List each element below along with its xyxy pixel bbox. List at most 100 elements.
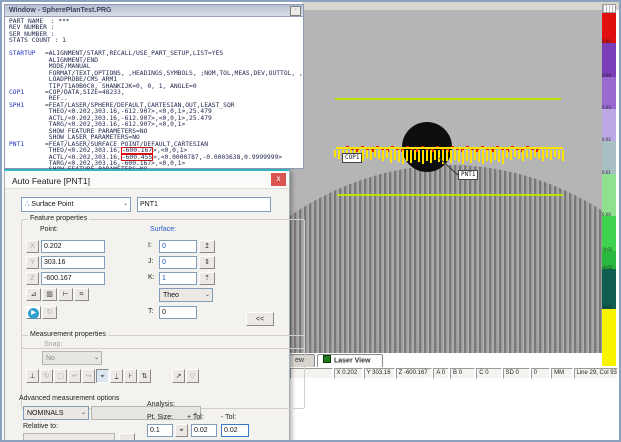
status-segment: MM: [551, 368, 572, 379]
magnifier-icon[interactable]: ⌖: [175, 424, 188, 437]
feature-properties-group: Feature properties Point: Surface: X I: …: [21, 219, 305, 349]
application-window: COP1 PNT1 0.050.040.030.020.010.00-0.01-…: [0, 0, 621, 442]
color-scale-tick-label: -0.03: [602, 306, 612, 310]
edit-window-titlebar: Window - SpherePlanTest.PRG ▫: [5, 5, 303, 17]
snap-label: Snap:: [44, 341, 62, 348]
pt-size-label: Pt. Size:: [147, 414, 173, 421]
point-label: Point:: [40, 226, 58, 233]
snap-dropdown[interactable]: No ⌄: [42, 351, 102, 365]
plus-tol-input[interactable]: [191, 424, 217, 437]
x-axis-button[interactable]: X: [26, 240, 39, 253]
grid-icon[interactable]: ⌗: [74, 288, 89, 301]
j-value-input[interactable]: [159, 256, 197, 269]
color-scale-segment: -0.02: [602, 269, 616, 309]
status-segment: A 0: [433, 368, 449, 379]
color-scale-tick-label: 0.05: [602, 40, 611, 44]
surface-point-icon: ∴: [25, 201, 29, 208]
browse-button[interactable]: ...: [119, 433, 135, 442]
nominals-dropdown[interactable]: NOMINALS ⌄: [23, 406, 89, 420]
color-scale-segment: 0.05: [602, 43, 616, 77]
spacing-icon[interactable]: ⇅: [138, 369, 151, 383]
color-scale-segment: 0.00: [602, 216, 616, 251]
dialog-titlebar[interactable]: Auto Feature [PNT1] x: [5, 171, 289, 189]
find-nominals-icon[interactable]: ▥: [42, 288, 57, 301]
color-scale-tick-label: 0.03: [602, 106, 611, 110]
laser-viewport[interactable]: COP1 PNT1: [288, 10, 616, 355]
status-segment: SD 0: [503, 368, 530, 379]
k-value-input[interactable]: [159, 272, 197, 285]
pt-size-input[interactable]: [147, 424, 173, 437]
color-scale-segment: 0.01: [602, 174, 616, 216]
top-toolbar-strip: [302, 2, 621, 10]
program-code-area[interactable]: PART NAME : ***REV NUMBER :SER NUMBER :S…: [5, 17, 303, 169]
pnt1-label: PNT1: [458, 170, 478, 180]
y-value-input[interactable]: [41, 256, 105, 269]
view-tab-bar: ew Laser View: [289, 353, 617, 368]
j-label: J:: [148, 258, 153, 265]
status-segment: B 0: [450, 368, 475, 379]
rotate-icon[interactable]: ↻: [40, 369, 53, 383]
flip-vector-icon[interactable]: ⇕: [199, 256, 215, 269]
color-scale-tick-label: -0.02: [602, 266, 612, 270]
regenerate-button[interactable]: ↻: [42, 306, 57, 319]
color-scale-header: [602, 4, 616, 13]
edit-window-title: Window - SpherePlanTest.PRG: [9, 7, 111, 14]
measure-play-button[interactable]: ▶: [26, 306, 41, 319]
k-label: K:: [148, 274, 155, 281]
align-vector-icon[interactable]: ⇡: [199, 272, 215, 285]
surface-vector-icon[interactable]: ↥: [199, 240, 215, 253]
minus-tol-label: - Tol:: [221, 414, 236, 421]
dialog-title: Auto Feature [PNT1]: [5, 176, 90, 186]
probe-path-icon[interactable]: ⊥: [26, 369, 39, 383]
close-icon[interactable]: x: [271, 173, 286, 186]
nominals-mode-dropdown[interactable]: ⌄: [91, 406, 201, 420]
tab-laser-view[interactable]: Laser View: [317, 354, 383, 367]
i-value-input[interactable]: [159, 240, 197, 253]
filter-icon[interactable]: ▽: [186, 369, 199, 383]
color-scale-segment: -0.03: [602, 309, 616, 366]
y-axis-button[interactable]: Y: [26, 256, 39, 269]
feature-name-input[interactable]: [137, 197, 271, 212]
color-scale-tick-label: 0.00: [602, 213, 611, 217]
pnt1-leader-line: [288, 10, 616, 355]
status-segment: 0: [531, 368, 550, 379]
theo-mode-dropdown[interactable]: Theo ⌄: [159, 288, 213, 302]
t-value-input[interactable]: [159, 306, 197, 319]
probe-level-icon[interactable]: ⍊: [110, 369, 123, 383]
status-segment: X 0.202: [334, 368, 363, 379]
advanced-options-section: Advanced measurement options NOMINALS ⌄ …: [19, 395, 277, 441]
x-value-input[interactable]: [41, 240, 105, 253]
relative-to-input[interactable]: [23, 433, 115, 442]
i-label: I:: [148, 242, 152, 249]
chevron-down-icon: ⌄: [94, 352, 99, 365]
surface-label[interactable]: Surface:: [150, 226, 176, 233]
feature-type-dropdown[interactable]: ∴ Surface Point ⌄: [21, 197, 131, 212]
deviation-color-scale: 0.050.040.030.020.010.00-0.01-0.02-0.03: [602, 4, 616, 370]
analysis-label: Analysis:: [147, 401, 175, 408]
target-snap-icon[interactable]: ⌖: [96, 369, 109, 383]
status-segment: Y 303.16: [364, 368, 395, 379]
laser-view-icon: [323, 355, 331, 363]
edit-window: Window - SpherePlanTest.PRG ▫ PART NAME …: [4, 4, 304, 169]
color-scale-tick-label: 0.01: [602, 171, 611, 175]
status-segment: Z -600.167: [396, 368, 433, 379]
redo-path-icon[interactable]: ↪: [82, 369, 95, 383]
auto-feature-dialog: Auto Feature [PNT1] x ∴ Surface Point ⌄ …: [4, 169, 290, 442]
collapse-dialog-button[interactable]: <<: [246, 312, 274, 326]
scan-direction-icon[interactable]: ↗: [172, 369, 185, 383]
undo-path-icon[interactable]: ↩: [68, 369, 81, 383]
color-scale-tick-label: -0.01: [602, 248, 612, 252]
z-axis-button[interactable]: Z: [26, 272, 39, 285]
plus-tol-label: + Tol:: [187, 414, 204, 421]
chevron-down-icon: ⌄: [123, 198, 128, 211]
z-value-input[interactable]: [41, 272, 105, 285]
color-scale-tick-label: 0.02: [602, 138, 611, 142]
measure-angle-icon[interactable]: ⊿: [26, 288, 41, 301]
minus-tol-input[interactable]: [221, 424, 249, 437]
advanced-options-label: Advanced measurement options: [19, 395, 119, 402]
status-bar: X 0.202Y 303.16Z -600.167A 0B 0C 0SD 00M…: [290, 368, 619, 379]
point-distance-icon[interactable]: ⊢: [58, 288, 73, 301]
point-insert-icon[interactable]: ⊦: [124, 369, 137, 383]
edit-window-button[interactable]: ▫: [290, 6, 301, 16]
copy-region-icon[interactable]: ▢: [54, 369, 67, 383]
